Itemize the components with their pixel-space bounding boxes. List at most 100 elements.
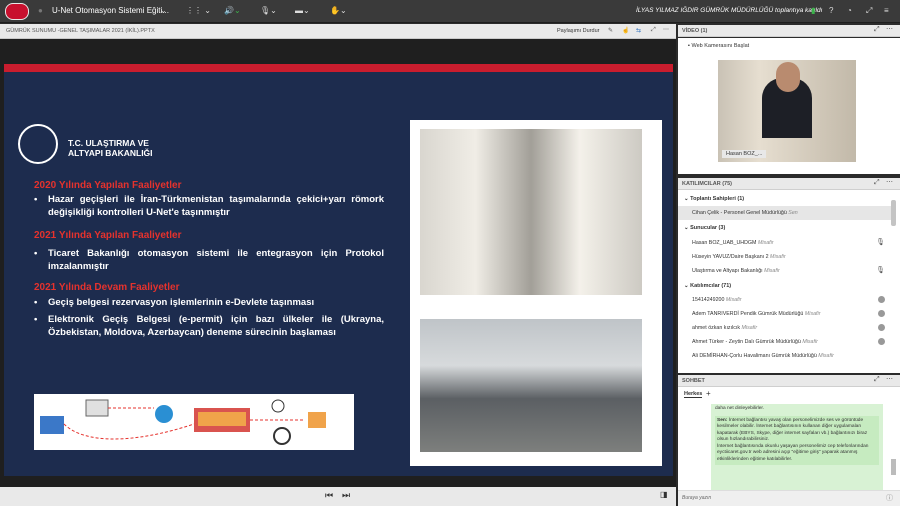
chat-message-self: Sen: İnternet bağlantısı yavaş olan pers… [715,415,879,465]
info-icon[interactable]: ⓘ [886,493,893,503]
participant-name: Cihan Çelik - Personel Genel Müdürlüğü [692,210,787,216]
participant-role: Misafir [725,297,742,303]
ministry-name: T.C. ULAŞTIRMA VE ALTYAPI BAKANLIĞI [68,138,153,158]
video-title: VİDEO (1) [682,28,708,34]
start-webcam-label: Web Kamerasını Başlat [691,43,750,49]
status-icon [878,338,885,345]
fullscreen-icon[interactable]: ⤢ [866,6,872,16]
chat-title: SOHBET [682,378,705,384]
chat-message-text: İnternet bağlantısı yavaş olan personeli… [717,417,869,462]
previous-slide-icon[interactable]: ⏮ [325,490,333,501]
participant-name: Hüseyin YAVUZ/Daire Başkanı 2 [692,254,769,260]
share-header: GÜMRÜK SUNUMU -GENEL TAŞIMALAR 2021 (İKİ… [0,24,676,39]
next-slide-icon[interactable]: ⏭ [342,490,350,501]
meeting-title[interactable]: U-Net Otomasyon Sistemi Eğiti... [52,6,169,15]
participant-role: Misafir [818,353,834,359]
attendees-group[interactable]: ⌄ Katılımcılar (71) [684,283,731,289]
video-pod: ▪ Web Kamerasını Başlat Hasan BOZ_... [678,38,900,174]
participant-row[interactable]: Ulaştırma ve Altyapı Bakanlığı Misafir 🎙 [678,264,891,278]
slide-navigation: ⏮ ⏭ ◨ [0,487,676,506]
notification-text: İLYAS YILMAZ IĞDIR GÜMRÜK MÜDÜRLÜĞÜ topl… [636,7,823,14]
speaker-head [776,62,800,92]
stop-share-button[interactable]: Paylaşımı Durdur [557,28,600,34]
participant-row[interactable]: Hasan BOZ_UAB_UHDGM Misafir 🎙 [678,236,891,250]
speaker-icon[interactable]: 🔊⌄ [224,6,241,15]
participants-scrollbar[interactable] [891,200,896,226]
participant-name: 15414249200 [692,297,725,303]
add-chat-tab-icon[interactable]: + [706,389,711,398]
participant-role: Misafir [770,254,786,260]
help-icon[interactable]: ? [829,6,833,15]
hosts-group[interactable]: ⌄ Toplantı Sahipleri (1) [684,196,744,202]
camera-icon[interactable]: ▬⌄ [295,6,310,15]
more-options-icon[interactable]: ⋯ [663,26,669,33]
bell-icon[interactable]: ◔ [847,6,852,15]
participants-title: KATILIMCILAR (75) [682,181,733,187]
section-heading: 2021 Yılında Yapılan Faaliyetler [34,230,182,241]
participant-row[interactable]: Cihan Çelik - Personel Genel Müdürlüğü S… [678,206,891,220]
video-feed[interactable]: Hasan BOZ_... [718,60,856,162]
microphone-muted-icon: 🎙 [876,267,885,274]
status-icon [878,296,885,303]
chevron-down-icon[interactable]: ⌄ [160,6,167,15]
warehouse-photo [420,129,642,295]
chat-input[interactable]: Buraya yazın [678,490,900,506]
microphone-icon: 🎙 [876,239,885,246]
participant-row[interactable]: ahmet özkan kızılcık Misafir [678,321,891,335]
status-icon: ● [38,6,43,15]
fullscreen-icon[interactable]: ⤢ [874,376,880,384]
participant-name: Hasan BOZ_UAB_UHDGM [692,240,757,246]
section-heading: 2021 Yılında Devam Faaliyetler [34,282,180,293]
menu-icon[interactable]: ≡ [884,6,889,15]
participant-role: Sen [788,210,798,216]
video-header: VİDEO (1) ⤢ ⋯ [678,25,900,37]
workflow-diagram [34,394,354,450]
participant-name: Ahmet Türker - Zeytin Dalı Gümrük Müdürl… [692,339,801,345]
presenters-group[interactable]: ⌄ Sunucular (3) [684,225,725,231]
raise-hand-icon[interactable]: ✋⌄ [330,6,347,15]
participants-pod: ⌄ Toplantı Sahipleri (1) Cihan Çelik - P… [678,190,900,373]
chat-tab-everyone[interactable]: Herkes [684,391,703,398]
draw-icon[interactable]: ✎ [608,27,613,34]
fullscreen-icon[interactable]: ⤢ [874,26,880,34]
participants-header: KATILIMCILAR (75) ⤢ ⋯ [678,178,900,190]
microphone-icon[interactable]: 🎙⌄ [260,6,277,15]
presentation-slide: T.C. ULAŞTIRMA VE ALTYAPI BAKANLIĞI 2020… [4,64,673,476]
participant-row[interactable]: Hüseyin YAVUZ/Daire Başkanı 2 Misafir [678,250,891,264]
ministry-emblem-icon [18,124,58,164]
fullscreen-icon[interactable]: ⤢ [874,179,880,187]
pointer-icon[interactable]: ☝ [622,27,629,34]
chat-message: daha net dinleyebilirler. [715,406,765,411]
participant-name: Ulaştırma ve Altyapı Bakanlığı [692,268,763,274]
participant-role: Misafir [764,268,780,274]
top-toolbar: ● U-Net Otomasyon Sistemi Eğiti... ⌄ ⋮⋮ … [0,0,900,23]
participant-row[interactable]: Ahmet Türker - Zeytin Dalı Gümrük Müdürl… [678,335,891,349]
app-logo[interactable] [5,3,29,20]
start-webcam-button[interactable]: ▪ Web Kamerasını Başlat [688,43,749,49]
speaker-name-tag: Hasan BOZ_... [722,150,767,158]
participant-row[interactable]: 15414249200 Misafir [678,293,891,307]
chat-messages: daha net dinleyebilirler. Sen: İnternet … [711,404,883,496]
share-pod: GÜMRÜK SUNUMU -GENEL TAŞIMALAR 2021 (İKİ… [0,24,676,506]
bullet-item: Ticaret Bakanlığı otomasyon sistemi ile … [34,248,384,273]
more-options-icon[interactable]: ⋯ [886,178,893,186]
chat-header: SOHBET ⤢ ⋯ [678,375,900,387]
signal-icon: ▮ [811,6,816,15]
chat-scrollbar[interactable] [891,459,896,475]
attendees-label: Katılımcılar (71) [690,283,732,289]
hosts-label: Toplantı Sahipleri (1) [690,196,745,202]
sidebar-toggle-icon[interactable]: ◨ [660,490,668,499]
fullscreen-icon[interactable]: ⤢ [651,27,656,34]
status-icon [878,310,885,317]
bullet-item: Elektronik Geçiş Belgesi (e-permit) için… [34,314,384,339]
sync-icon[interactable]: ⇆ [636,27,641,34]
participant-role: Misafir [757,240,774,246]
more-options-icon[interactable]: ⋯ [886,375,893,383]
bullet-item: Hazar geçişleri ile İran-Türkmenistan ta… [34,194,384,219]
participant-row[interactable]: Ali DEMİRHAN-Çorlu Havalimanı Gümrük Müd… [678,349,891,363]
apps-grid-icon[interactable]: ⋮⋮ ⌄ [186,6,211,15]
participant-row[interactable]: Adem TANRIVERDİ Pendik Gümrük Müdürlüğü … [678,307,891,321]
participant-name: Adem TANRIVERDİ Pendik Gümrük Müdürlüğü [692,311,804,317]
more-options-icon[interactable]: ⋯ [886,25,893,33]
status-icon [878,324,885,331]
